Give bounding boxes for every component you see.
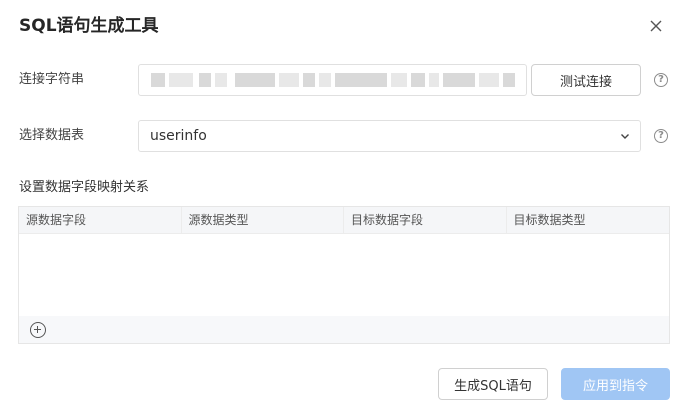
redacted-block: [391, 73, 407, 87]
column-header-target-type: 目标数据类型: [513, 213, 586, 227]
redacted-block: [169, 73, 193, 87]
connection-label: 连接字符串: [19, 72, 85, 87]
table-body: [19, 234, 669, 316]
redacted-block: [503, 73, 515, 87]
test-connection-button[interactable]: 测试连接: [531, 64, 641, 96]
question-circle-icon[interactable]: ?: [654, 129, 668, 143]
connection-string-input[interactable]: [138, 64, 527, 96]
table-select[interactable]: userinfo: [138, 120, 641, 152]
question-circle-icon[interactable]: ?: [654, 73, 668, 87]
redacted-block: [319, 73, 331, 87]
chevron-down-icon: [621, 134, 629, 139]
redacted-block: [335, 73, 387, 87]
table-label: 选择数据表: [19, 128, 85, 143]
redacted-block: [151, 73, 165, 87]
redacted-block: [303, 73, 315, 87]
column-header-source-type: 源数据类型: [182, 207, 344, 233]
redacted-block: [215, 73, 227, 87]
generate-sql-button[interactable]: 生成SQL语句: [438, 368, 548, 400]
apply-to-command-button[interactable]: 应用到指令: [561, 368, 670, 400]
column-header-source-field: 源数据字段: [19, 207, 182, 233]
redacted-block: [429, 73, 439, 87]
table-header: 源数据字段 源数据类型 目标数据字段 目标数据类型: [19, 207, 669, 234]
column-header-target-field: 目标数据字段: [344, 207, 507, 233]
mapping-table: 源数据字段 源数据类型 目标数据字段 目标数据类型: [18, 206, 670, 344]
close-button[interactable]: [645, 15, 667, 37]
redacted-block: [279, 73, 299, 87]
redacted-block: [479, 73, 499, 87]
close-icon: [650, 20, 662, 32]
redacted-block: [235, 73, 275, 87]
sql-generator-dialog: SQL语句生成工具 连接字符串 测试连接 ? 选择数据表 userinfo ?: [0, 0, 688, 418]
table-footer: [19, 316, 669, 343]
redacted-block: [199, 73, 211, 87]
plus-circle-icon[interactable]: [30, 321, 46, 338]
redacted-block: [411, 73, 425, 87]
mapping-section-title: 设置数据字段映射关系: [19, 180, 150, 195]
dialog-title: SQL语句生成工具: [19, 16, 159, 36]
redacted-block: [443, 73, 475, 87]
table-select-value: userinfo: [150, 128, 207, 144]
